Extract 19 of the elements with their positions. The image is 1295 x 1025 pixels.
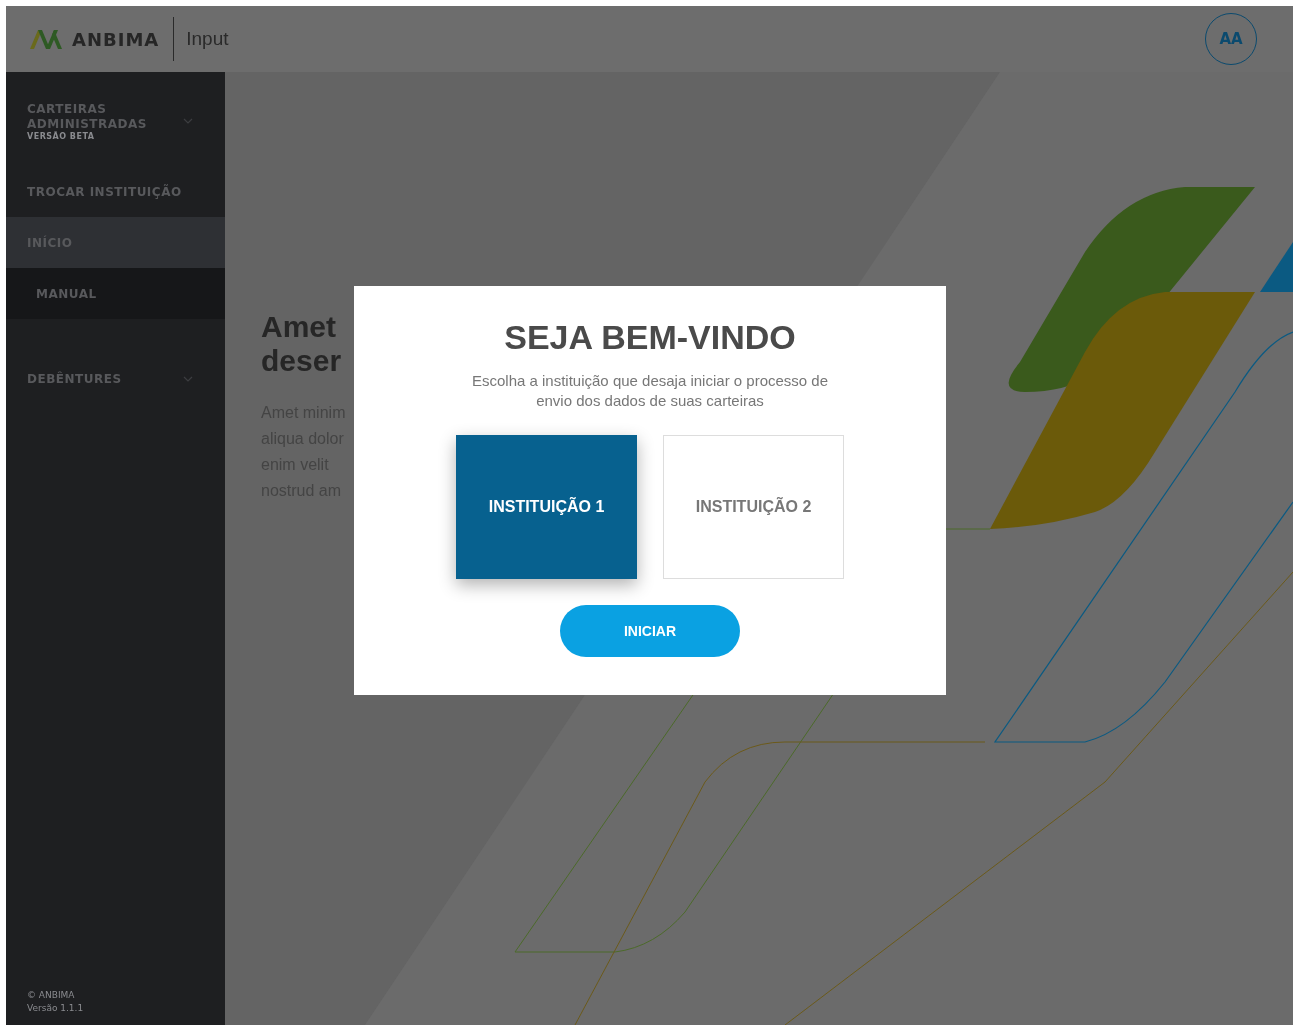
sidebar-item[interactable]: MANUAL: [6, 268, 225, 319]
footer-text: © ANBIMA: [27, 989, 76, 1002]
institution-option[interactable]: INSTITUIÇÃO 1: [456, 435, 637, 579]
triangle-shape: [1260, 242, 1293, 292]
article-heading: Amet: [261, 310, 337, 344]
dialog-title: SEJA BEM-VINDO: [504, 318, 796, 357]
dialog-text: Escolha a instituição que desaja iniciar o processo de envio dos dados de suas carteiras: [470, 371, 829, 411]
chevron-down-icon: [183, 376, 193, 382]
logo-icon: [28, 27, 64, 51]
brand-name: ANBIMA: [72, 28, 160, 50]
sidebar-item[interactable]: CARTEIRAS ADMINISTRADAS VERSÃO BETA: [6, 72, 225, 166]
start-button[interactable]: INICIAR: [560, 605, 740, 657]
article-heading: deser: [261, 344, 343, 378]
sidebar-item[interactable]: TROCAR INSTITUIÇÃO: [6, 166, 225, 217]
institution-option[interactable]: INSTITUIÇÃO 2: [663, 435, 844, 579]
product-name: Input: [186, 28, 229, 50]
chevron-down-icon: [183, 118, 193, 124]
footer-text: Versão 1.1.1: [27, 1002, 85, 1015]
sidebar-item[interactable]: DEBÊNTURES: [6, 319, 225, 439]
